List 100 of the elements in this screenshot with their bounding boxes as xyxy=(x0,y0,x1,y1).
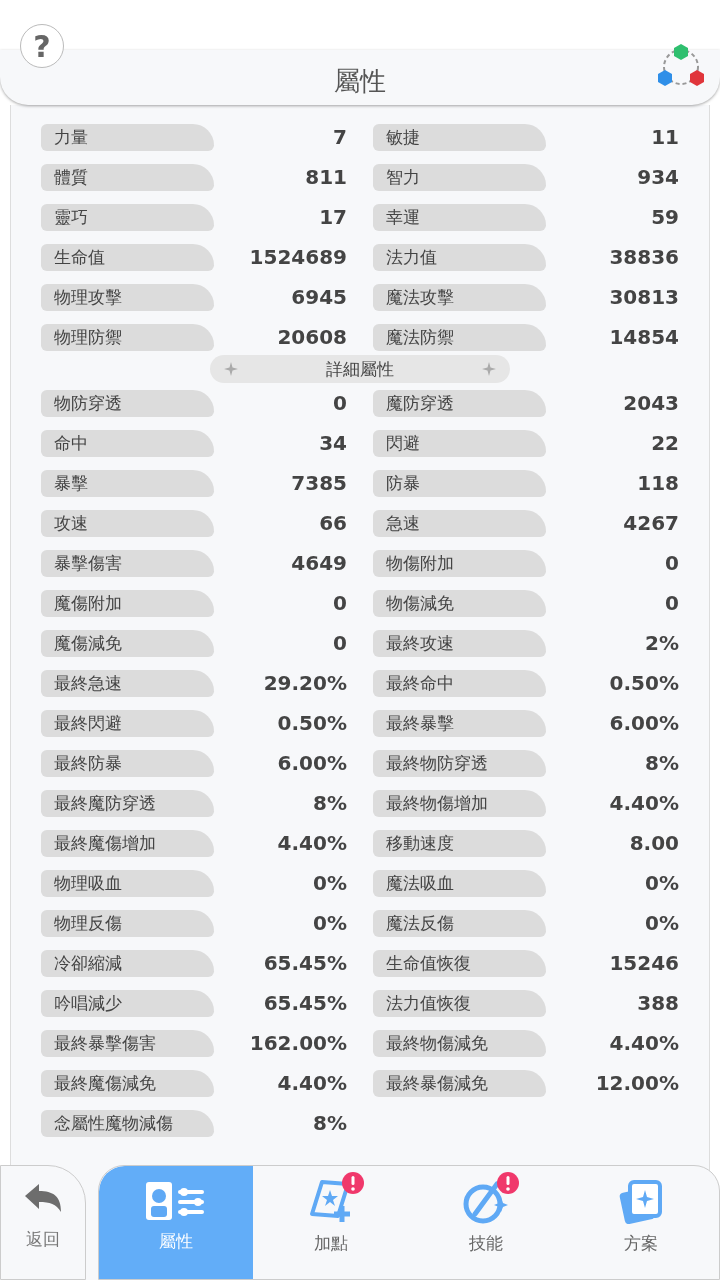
stat-value: 2043 xyxy=(623,391,679,415)
stat-value: 0 xyxy=(333,631,347,655)
nav-tab[interactable]: 加點 xyxy=(253,1166,409,1279)
page-title: 屬性 xyxy=(334,65,386,98)
stat-value: 4.40% xyxy=(277,831,347,855)
stat-label: 最終急速 xyxy=(41,669,214,697)
stat-value: 12.00% xyxy=(595,1071,679,1095)
stat-label: 最終攻速 xyxy=(373,629,546,657)
stat-value: 388 xyxy=(637,991,679,1015)
stat-label: 敏捷 xyxy=(373,123,546,151)
stat-value: 4.40% xyxy=(609,791,679,815)
stat-label: 最終命中 xyxy=(373,669,546,697)
stat-label: 法力值 xyxy=(373,243,546,271)
stat-label: 生命值 xyxy=(41,243,214,271)
stat-value: 38836 xyxy=(609,245,679,269)
stat-label: 魔法反傷 xyxy=(373,909,546,937)
stat-value: 59 xyxy=(651,205,679,229)
stat-value: 7385 xyxy=(291,471,347,495)
stat-label: 移動速度 xyxy=(373,829,546,857)
stat-value: 0% xyxy=(645,871,679,895)
stat-label: 最終魔防穿透 xyxy=(41,789,214,817)
help-button[interactable]: ? xyxy=(20,24,64,68)
stat-value: 2% xyxy=(645,631,679,655)
stat-value: 66 xyxy=(319,511,347,535)
stat-label: 最終魔傷減免 xyxy=(41,1069,214,1097)
section-title: 詳細屬性 xyxy=(326,357,394,381)
sword-swirl-icon xyxy=(463,1180,509,1224)
stat-label: 暴擊傷害 xyxy=(41,549,214,577)
stat-label: 物理反傷 xyxy=(41,909,214,937)
stat-value: 65.45% xyxy=(263,951,347,975)
stat-value: 4649 xyxy=(291,551,347,575)
stat-value: 4.40% xyxy=(277,1071,347,1095)
stat-label: 魔法攻擊 xyxy=(373,283,546,311)
back-button[interactable]: 返回 xyxy=(0,1165,86,1280)
stat-value: 8% xyxy=(313,1111,347,1135)
stat-value: 65.45% xyxy=(263,991,347,1015)
stat-value: 0.50% xyxy=(609,671,679,695)
stat-label: 靈巧 xyxy=(41,203,214,231)
stat-value: 14854 xyxy=(609,325,679,349)
stat-label: 物理攻擊 xyxy=(41,283,214,311)
stat-value: 8% xyxy=(645,751,679,775)
stat-value: 29.20% xyxy=(263,671,347,695)
stat-value: 811 xyxy=(305,165,347,189)
stat-label: 物理防禦 xyxy=(41,323,214,351)
stat-label: 物傷附加 xyxy=(373,549,546,577)
stat-value: 0.50% xyxy=(277,711,347,735)
stat-value: 20608 xyxy=(277,325,347,349)
stat-label: 生命值恢復 xyxy=(373,949,546,977)
stat-value: 8% xyxy=(313,791,347,815)
stat-label: 冷卻縮減 xyxy=(41,949,214,977)
stat-label: 最終物防穿透 xyxy=(373,749,546,777)
stat-label: 魔傷減免 xyxy=(41,629,214,657)
stat-value: 15246 xyxy=(609,951,679,975)
stat-label: 最終魔傷增加 xyxy=(41,829,214,857)
stat-label: 防暴 xyxy=(373,469,546,497)
stat-value: 0% xyxy=(645,911,679,935)
stat-label: 物防穿透 xyxy=(41,389,214,417)
stat-label: 攻速 xyxy=(41,509,214,537)
stat-value: 4267 xyxy=(623,511,679,535)
stat-label: 體質 xyxy=(41,163,214,191)
stat-value: 934 xyxy=(637,165,679,189)
stat-value: 7 xyxy=(333,125,347,149)
stat-label: 魔法吸血 xyxy=(373,869,546,897)
stat-label: 法力值恢復 xyxy=(373,989,546,1017)
stat-value: 8.00 xyxy=(629,831,679,855)
nav-tab[interactable]: 技能 xyxy=(408,1166,564,1279)
stat-value: 11 xyxy=(651,125,679,149)
sparkle-icon xyxy=(482,362,496,376)
stat-label: 力量 xyxy=(41,123,214,151)
stat-label: 物傷減免 xyxy=(373,589,546,617)
stat-label: 閃避 xyxy=(373,429,546,457)
stat-value: 0 xyxy=(665,551,679,575)
stat-label: 暴擊 xyxy=(41,469,214,497)
stat-label: 念屬性魔物減傷 xyxy=(41,1109,214,1137)
stat-label: 最終物傷減免 xyxy=(373,1029,546,1057)
stat-label: 物理吸血 xyxy=(41,869,214,897)
stat-label: 吟唱減少 xyxy=(41,989,214,1017)
stat-label: 命中 xyxy=(41,429,214,457)
stat-value: 162.00% xyxy=(249,1031,347,1055)
stat-value: 0 xyxy=(665,591,679,615)
stat-value: 6.00% xyxy=(277,751,347,775)
stat-value: 0 xyxy=(333,591,347,615)
stat-label: 急速 xyxy=(373,509,546,537)
stat-value: 34 xyxy=(319,431,347,455)
stat-value: 4.40% xyxy=(609,1031,679,1055)
stat-label: 魔防穿透 xyxy=(373,389,546,417)
stat-value: 0 xyxy=(333,391,347,415)
cards-icon xyxy=(618,1180,665,1224)
stat-value: 6945 xyxy=(291,285,347,309)
stat-label: 最終防暴 xyxy=(41,749,214,777)
stat-label: 最終閃避 xyxy=(41,709,214,737)
back-arrow-icon xyxy=(23,1184,63,1214)
stat-value: 1524689 xyxy=(249,245,347,269)
nav-tab[interactable]: 方案 xyxy=(563,1166,719,1279)
stat-label: 魔傷附加 xyxy=(41,589,214,617)
element-cycle-icon[interactable] xyxy=(656,42,706,88)
stat-label: 最終暴擊傷害 xyxy=(41,1029,214,1057)
stat-label: 智力 xyxy=(373,163,546,191)
stat-label: 魔法防禦 xyxy=(373,323,546,351)
stat-value: 118 xyxy=(637,471,679,495)
